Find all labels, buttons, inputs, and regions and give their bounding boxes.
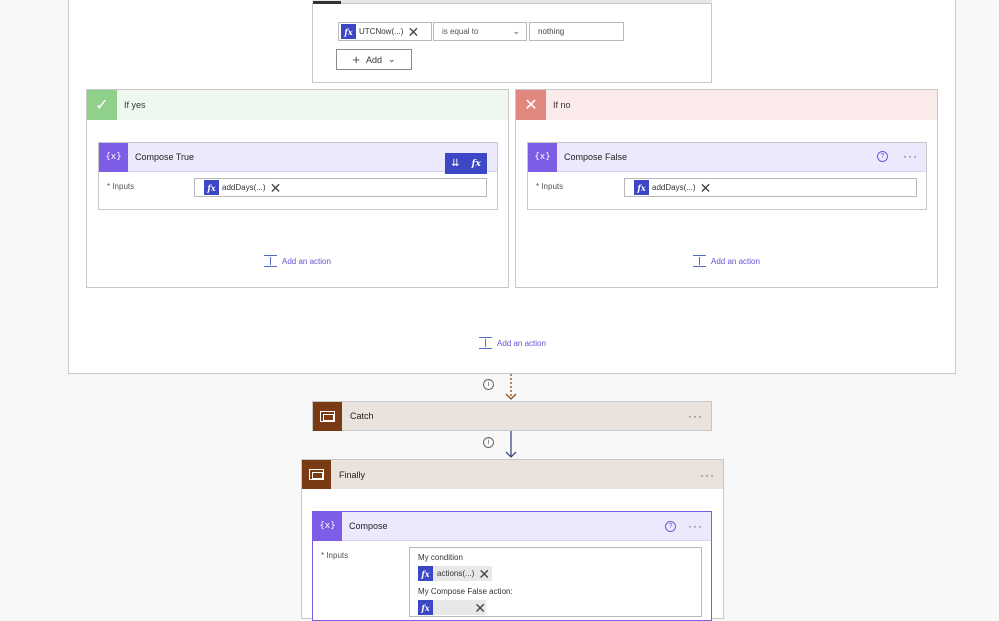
scope-icon (313, 401, 342, 431)
condition-right-operand[interactable]: nothing (529, 22, 624, 41)
compose-header[interactable]: {x} Compose ? ··· (313, 511, 711, 541)
fx-icon: fx (204, 180, 219, 195)
dynamic-content-icon[interactable]: ⇊ (451, 158, 459, 169)
compose-false-title: Compose False (564, 152, 628, 162)
actions-token-label: actions(...) (437, 569, 475, 578)
compose-true-inputs-field[interactable]: fx addDays(...) ✕ (194, 178, 487, 197)
compose-true-inputs-label: * Inputs (107, 182, 135, 191)
compose-false-inputs-field[interactable]: fx addDays(...) ✕ (624, 178, 917, 197)
more-options-icon[interactable]: ··· (903, 149, 918, 163)
remove-token-icon[interactable]: ✕ (700, 181, 712, 195)
add-button-label: Add (366, 54, 383, 65)
utcnow-token[interactable]: UTCNow(...) (359, 27, 403, 36)
add-action-icon (693, 255, 706, 267)
scope-icon (302, 460, 331, 489)
if-no-header[interactable]: ✕ If no (516, 90, 937, 120)
actions-token[interactable]: fx actions(...) ✕ (418, 566, 493, 581)
remove-token-icon[interactable]: ✕ (474, 601, 486, 615)
more-options-icon[interactable]: ··· (688, 519, 703, 533)
operator-value: is equal to (442, 27, 479, 36)
expression-fx-icon[interactable]: fx (472, 159, 481, 169)
compose-inputs-field[interactable]: My condition fx actions(...) ✕ My Compos… (409, 547, 702, 617)
catch-card[interactable]: Catch ··· (312, 401, 712, 431)
compose-inputs-label: * Inputs (321, 551, 349, 560)
fx-icon: fx (634, 180, 649, 195)
compose-false-card: {x} Compose False (527, 142, 927, 210)
fx-icon: fx (418, 566, 433, 581)
finally-header[interactable]: Finally ··· (302, 460, 723, 489)
input-text-line: My condition (418, 553, 463, 562)
if-no-add-action[interactable]: Add an action (693, 255, 760, 267)
if-yes-header[interactable]: ✓ If yes (87, 90, 508, 120)
add-action-label: Add an action (711, 256, 760, 266)
condition-left-operand[interactable]: fx UTCNow(...) ✕ (338, 22, 432, 41)
check-icon: ✓ (87, 90, 117, 120)
fx-icon: fx (418, 600, 433, 615)
close-icon: ✕ (516, 90, 546, 120)
add-condition-button[interactable]: + Add ⌄ (336, 49, 412, 70)
compose-true-header[interactable]: {x} Compose True (99, 142, 497, 172)
operator-select[interactable]: is equal to ⌄ (433, 22, 527, 41)
chevron-down-icon: ⌄ (388, 54, 396, 64)
add-action-label: Add an action (282, 256, 331, 266)
if-yes-title: If yes (124, 100, 146, 110)
catch-title: Catch (350, 411, 374, 421)
condition-card-header (312, 0, 712, 4)
add-action-label: Add an action (497, 338, 546, 348)
input-text-line: My Compose False action: (418, 587, 513, 596)
compose-title: Compose (349, 521, 388, 531)
add-action-icon (264, 255, 277, 267)
adddays-token[interactable]: addDays(...) (652, 183, 696, 192)
compose-false-header[interactable]: {x} Compose False (528, 142, 926, 172)
fx-icon: fx (341, 24, 356, 39)
right-operand-value: nothing (538, 27, 565, 36)
if-yes-add-action[interactable]: Add an action (264, 255, 331, 267)
help-icon[interactable]: ? (665, 520, 676, 532)
run-after-arrow (505, 431, 517, 458)
remove-token-icon[interactable]: ✕ (270, 181, 282, 195)
if-no-title: If no (553, 100, 571, 110)
compose-icon: {x} (99, 142, 128, 172)
plus-icon: + (352, 52, 361, 67)
dynamic-content-toolbar[interactable]: ⇊ fx (445, 153, 487, 174)
info-icon[interactable]: i (483, 379, 494, 390)
run-after-arrow-dashed (505, 374, 517, 400)
info-icon[interactable]: i (483, 437, 494, 448)
condition-card (312, 0, 712, 83)
add-action-icon (479, 337, 492, 349)
compose-icon: {x} (528, 142, 557, 172)
help-icon[interactable]: ? (877, 151, 888, 162)
chevron-down-icon: ⌄ (512, 26, 520, 36)
finally-title: Finally (339, 469, 366, 480)
compose-true-card: {x} Compose True (98, 142, 498, 210)
more-options-icon[interactable]: ··· (700, 468, 715, 482)
scope-add-action[interactable]: Add an action (479, 337, 546, 349)
adddays-token[interactable]: addDays(...) (222, 183, 266, 192)
compose-false-inputs-label: * Inputs (536, 182, 564, 191)
compose-icon: {x} (313, 511, 342, 541)
compose-true-title: Compose True (135, 152, 195, 162)
partial-token[interactable]: fx ✕ (418, 600, 486, 615)
more-options-icon[interactable]: ··· (688, 409, 703, 423)
condition-header-marker (313, 1, 341, 4)
remove-token-icon[interactable]: ✕ (478, 567, 490, 581)
remove-token-icon[interactable]: ✕ (407, 25, 419, 39)
